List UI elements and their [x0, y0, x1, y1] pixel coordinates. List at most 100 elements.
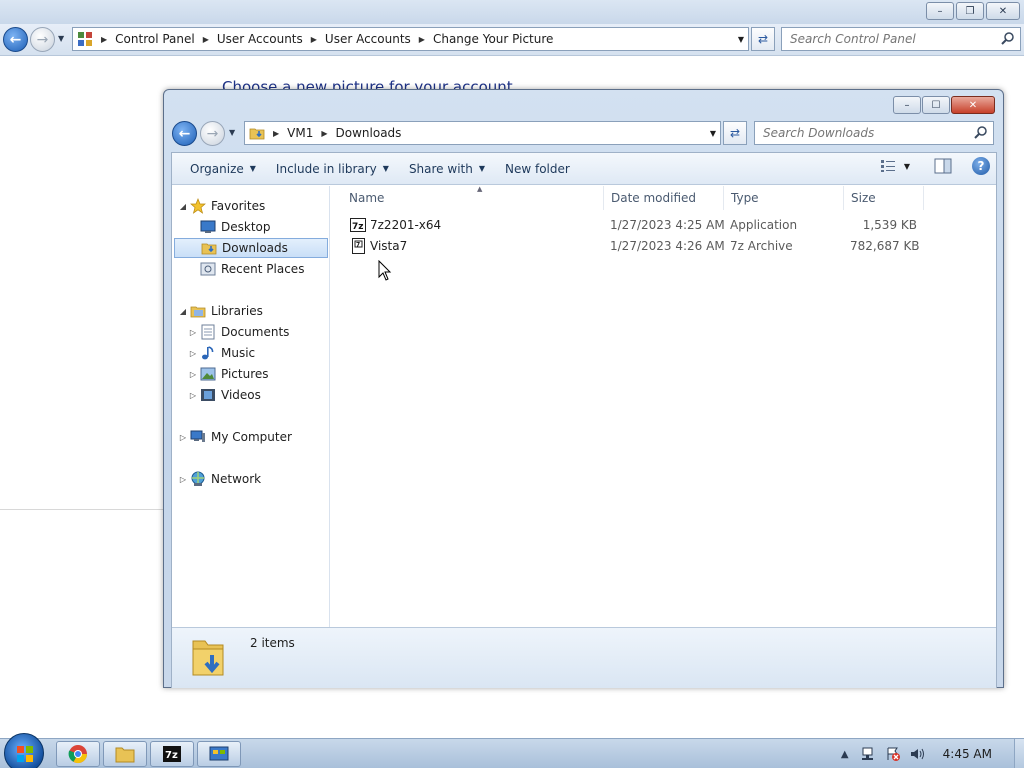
show-hidden-icons-icon[interactable]: ▲ [837, 746, 853, 762]
start-button[interactable] [4, 733, 44, 768]
explorer-window: – ☐ ✕ ← → ▼ ▶ VM1 ▶ Downloads ▼ ⇄ Organi… [163, 89, 1004, 688]
nav-recent-places[interactable]: Recent Places [172, 259, 329, 279]
file-size: 1,539 KB [862, 218, 917, 232]
breadcrumb-downloads[interactable]: Downloads [336, 126, 402, 140]
organize-label: Organize [190, 161, 244, 176]
network-status-icon[interactable] [861, 746, 877, 762]
recent-pages-dropdown[interactable]: ▼ [58, 34, 64, 43]
address-bar[interactable]: ▶ VM1 ▶ Downloads ▼ [244, 121, 721, 145]
downloads-folder-icon [192, 640, 224, 676]
minimize-button[interactable]: – [893, 96, 921, 114]
breadcrumb-user-accounts-2[interactable]: User Accounts [325, 32, 411, 46]
taskbar-control-panel[interactable] [197, 741, 241, 767]
nav-documents[interactable]: ▷ Documents [172, 322, 329, 342]
file-type: 7z Archive [730, 239, 793, 253]
collapsed-arrow-icon[interactable]: ▷ [176, 475, 190, 484]
nav-libraries[interactable]: ◢ Libraries [172, 301, 329, 321]
preview-pane-icon[interactable] [934, 158, 952, 174]
explorer-body: Organize ▼ Include in library ▼ Share with… [171, 152, 997, 688]
include-in-library-label: Include in library [275, 161, 377, 176]
address-bar[interactable]: ▶ Control Panel ▶ User Accounts ▶ User A… [72, 27, 749, 51]
downloads-search[interactable] [754, 121, 994, 145]
collapsed-arrow-icon[interactable]: ▷ [186, 349, 200, 358]
column-type-label: Type [731, 191, 759, 205]
taskbar: 7z ▲ 4:45 AM [0, 733, 1024, 768]
forward-button[interactable]: → [30, 27, 55, 52]
chrome-icon [68, 745, 87, 764]
search-input[interactable] [782, 28, 996, 50]
breadcrumb-user-accounts[interactable]: User Accounts [217, 32, 303, 46]
include-in-library-button[interactable]: Include in library ▼ [266, 156, 399, 182]
change-view-button[interactable]: ▼ [880, 159, 910, 173]
help-icon[interactable]: ? [972, 157, 990, 175]
organize-button[interactable]: Organize ▼ [180, 156, 266, 182]
star-icon [190, 198, 206, 214]
nav-music[interactable]: ▷ Music [172, 343, 329, 363]
nav-favorites-label: Favorites [211, 199, 266, 213]
show-desktop-button[interactable] [1014, 739, 1024, 768]
recent-places-icon [200, 261, 216, 277]
nav-pictures[interactable]: ▷ Pictures [172, 364, 329, 384]
new-folder-button[interactable]: New folder [495, 156, 580, 182]
recent-pages-dropdown[interactable]: ▼ [229, 128, 235, 137]
share-with-button[interactable]: Share with ▼ [399, 156, 495, 182]
nav-my-computer-label: My Computer [211, 430, 292, 444]
collapsed-arrow-icon[interactable]: ▷ [186, 391, 200, 400]
view-list-icon [880, 160, 895, 172]
table-row[interactable]: 7 Vista7 1/27/2023 4:26 AM 7z Archive 78… [331, 236, 996, 257]
column-header-type[interactable]: Type [724, 186, 844, 210]
expanded-arrow-icon[interactable]: ◢ [176, 307, 190, 316]
column-header-name[interactable]: Name ▲ [342, 185, 604, 210]
table-row[interactable]: 7z 7z2201-x64 1/27/2023 4:25 AM Applicat… [331, 215, 996, 236]
action-center-icon[interactable] [885, 746, 901, 762]
breadcrumb-change-picture[interactable]: Change Your Picture [433, 32, 553, 46]
nav-my-computer[interactable]: ▷ My Computer [172, 427, 329, 447]
nav-desktop[interactable]: Desktop [172, 217, 329, 237]
svg-text:7z: 7z [165, 750, 178, 761]
taskbar-7zip[interactable]: 7z [150, 741, 194, 767]
column-header-size[interactable]: Size [844, 186, 924, 210]
address-dropdown[interactable]: ▼ [738, 35, 744, 44]
maximize-button[interactable]: ☐ [922, 96, 950, 114]
close-button[interactable]: ✕ [951, 96, 995, 114]
navigation-pane: ◢ Favorites Desktop Downloads Recent Pla… [172, 186, 330, 627]
collapsed-arrow-icon[interactable]: ▷ [186, 328, 200, 337]
nav-downloads[interactable]: Downloads [174, 238, 328, 258]
clock[interactable]: 4:45 AM [943, 747, 992, 761]
taskbar-chrome[interactable] [56, 741, 100, 767]
7z-archive-icon: 7 [352, 238, 365, 254]
address-dropdown[interactable]: ▼ [710, 129, 716, 138]
volume-icon[interactable] [909, 746, 925, 762]
forward-button[interactable]: → [200, 121, 225, 146]
refresh-button[interactable]: ⇄ [723, 121, 747, 145]
taskbar-explorer[interactable] [103, 741, 147, 767]
control-panel-search[interactable] [781, 27, 1021, 51]
restore-button[interactable]: ❐ [956, 2, 984, 20]
refresh-button[interactable]: ⇄ [751, 27, 775, 51]
minimize-button[interactable]: – [926, 2, 954, 20]
column-header-date[interactable]: Date modified [604, 186, 724, 210]
column-name-label: Name [349, 191, 385, 205]
collapsed-arrow-icon[interactable]: ▷ [176, 433, 190, 442]
back-button[interactable]: ← [172, 121, 197, 146]
search-input[interactable] [755, 122, 969, 144]
libraries-icon [190, 303, 206, 319]
breadcrumb-vm1[interactable]: VM1 [287, 126, 313, 140]
nav-videos[interactable]: ▷ Videos [172, 385, 329, 405]
close-button[interactable]: ✕ [986, 2, 1020, 20]
search-icon[interactable] [974, 125, 988, 139]
back-button[interactable]: ← [3, 27, 28, 52]
nav-network[interactable]: ▷ Network [172, 469, 329, 489]
notification-area: ▲ 4:45 AM [837, 739, 1024, 768]
search-icon[interactable] [1001, 31, 1015, 45]
collapsed-arrow-icon[interactable]: ▷ [186, 370, 200, 379]
nav-favorites[interactable]: ◢ Favorites [172, 196, 329, 216]
breadcrumb-control-panel[interactable]: Control Panel [115, 32, 195, 46]
control-panel-icon [209, 746, 229, 761]
explorer-icon [115, 747, 135, 763]
expanded-arrow-icon[interactable]: ◢ [176, 202, 190, 211]
windows-logo-icon [17, 746, 33, 762]
file-name: 7z2201-x64 [370, 218, 442, 232]
7zip-app-icon: 7z [350, 218, 366, 232]
svg-text:7: 7 [356, 242, 360, 249]
